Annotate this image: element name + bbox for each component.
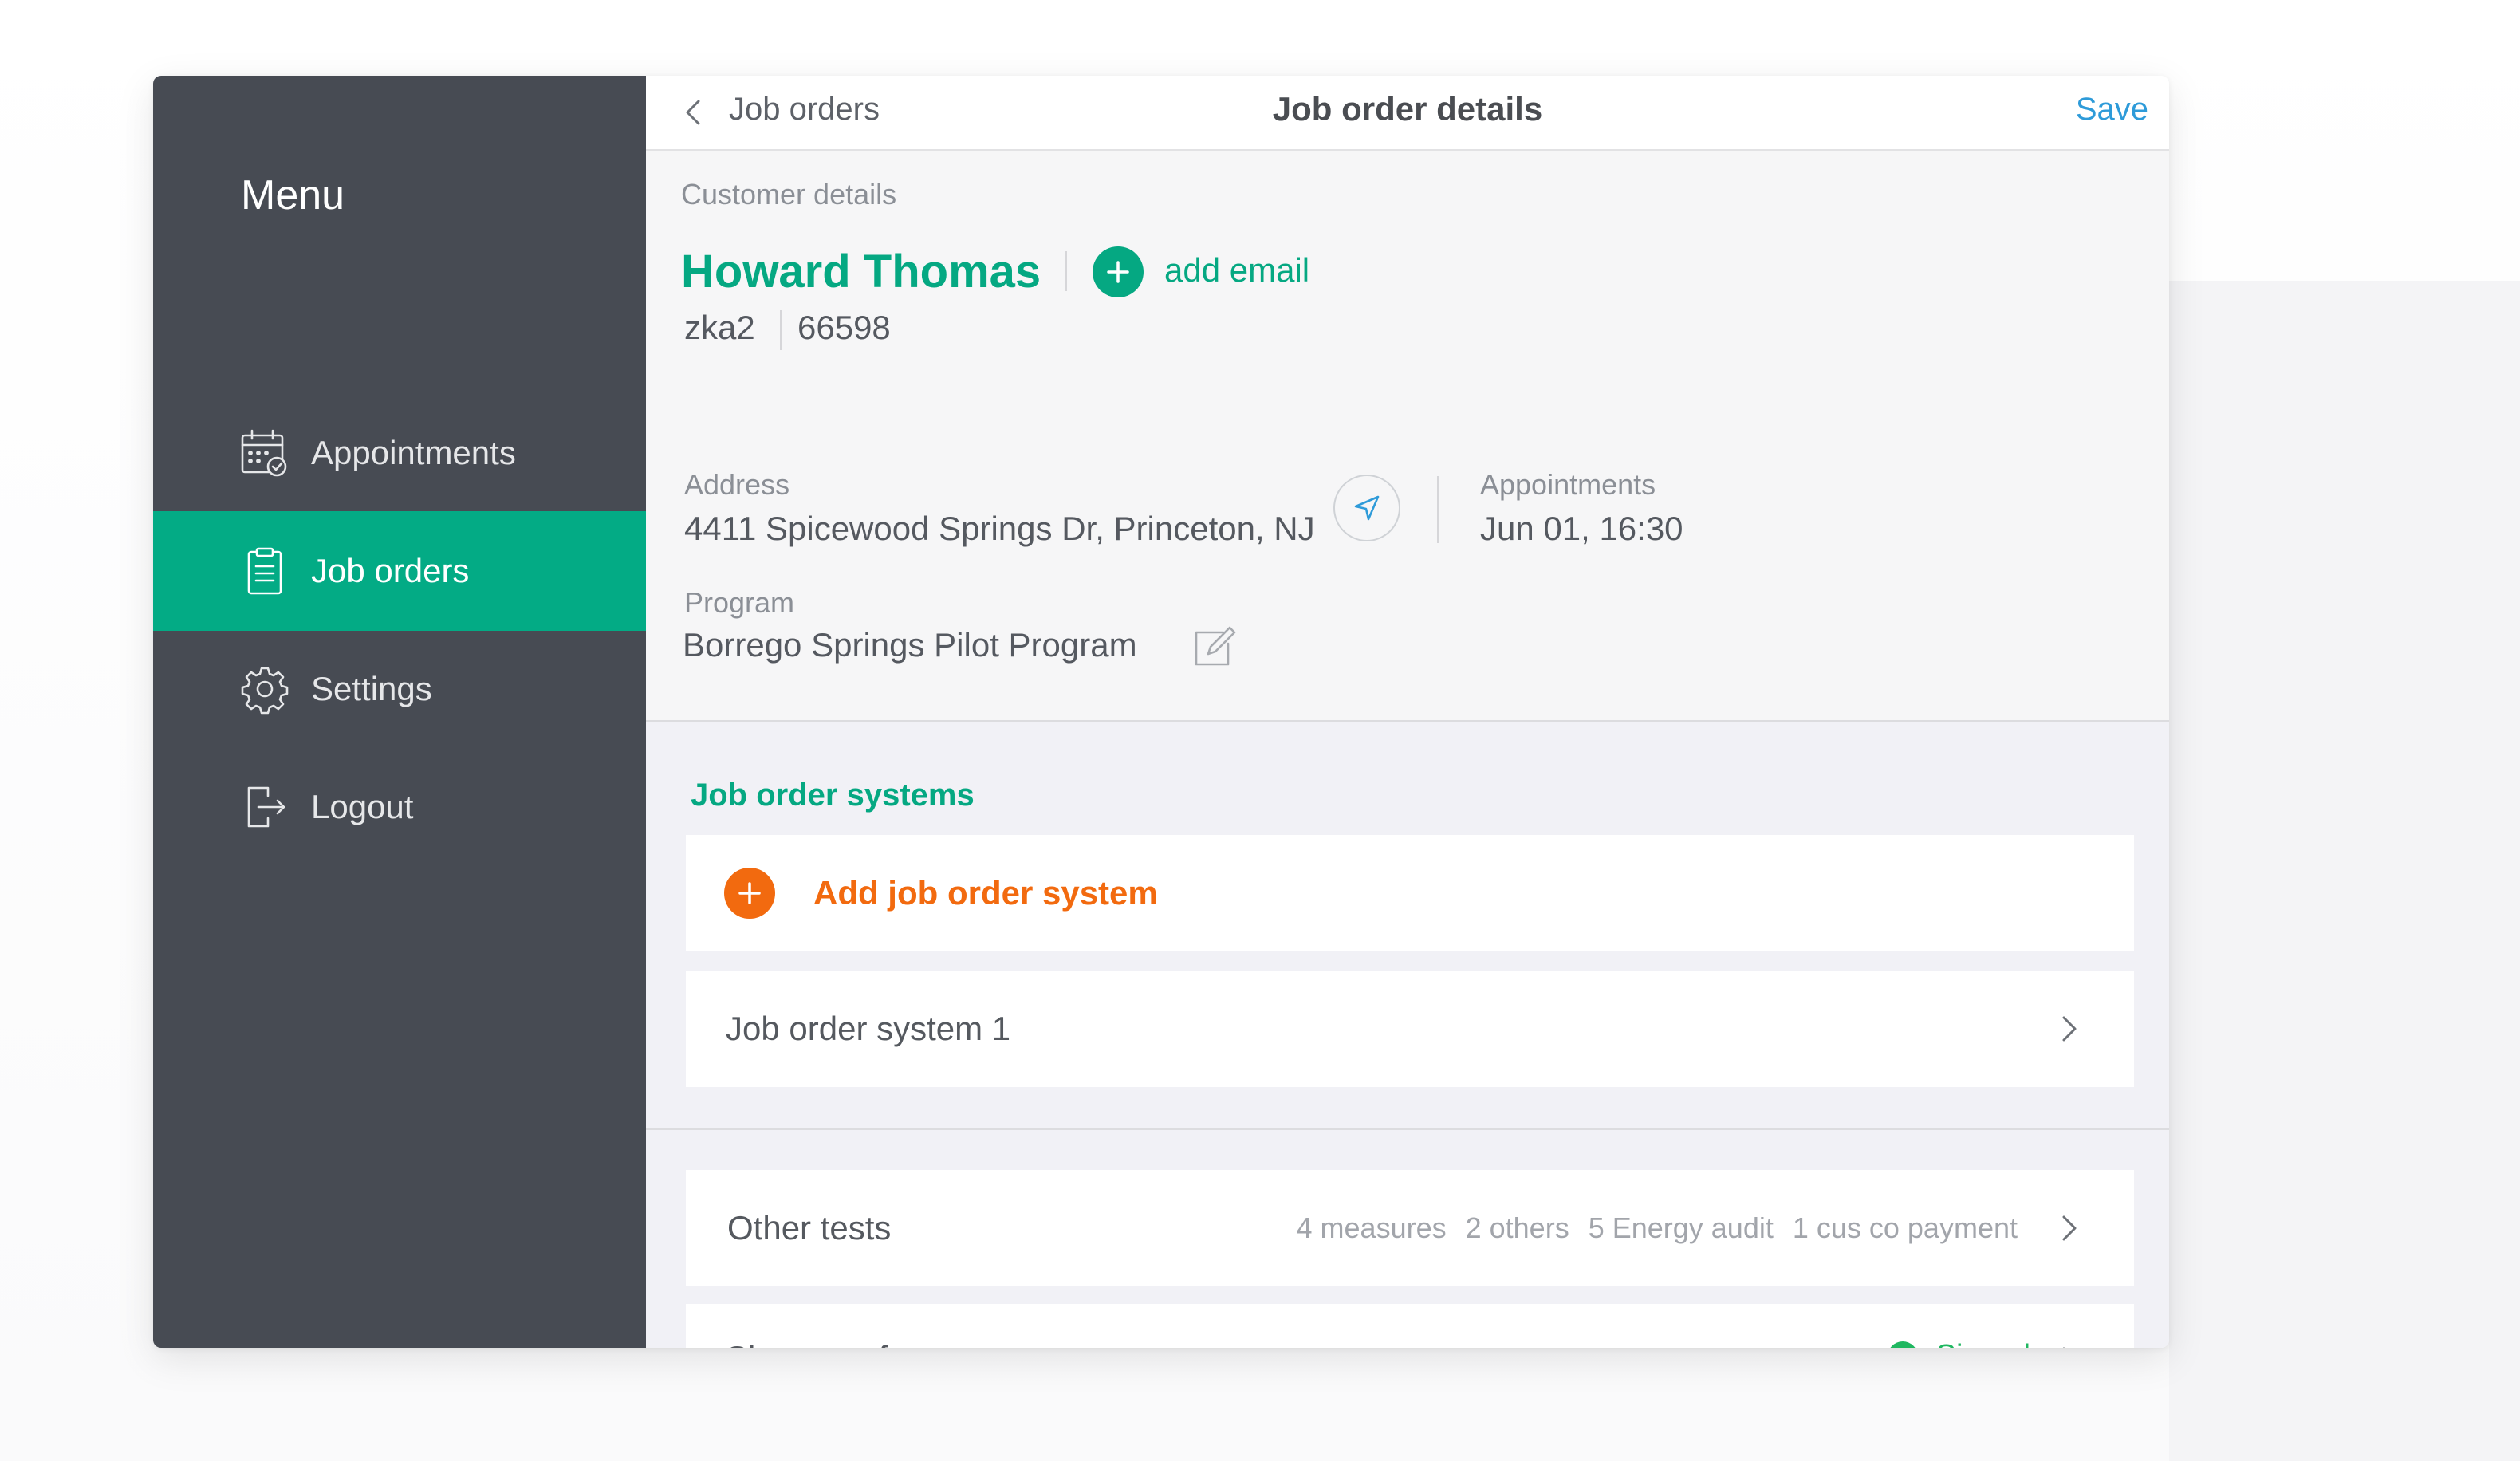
job-order-system-label: Job order system 1 bbox=[726, 1010, 1011, 1047]
sidebar-item-label: Appointments bbox=[311, 434, 516, 471]
top-bar: Job orders Job order details Save bbox=[646, 76, 2169, 151]
sidebar-item-appointments[interactable]: Appointments bbox=[153, 393, 646, 513]
divider bbox=[780, 310, 782, 350]
menu-title: Menu bbox=[241, 172, 345, 219]
other-tests-label: Other tests bbox=[727, 1209, 892, 1246]
tests-payment: 1 cus co payment bbox=[1792, 1211, 2018, 1244]
edit-program-button[interactable] bbox=[1191, 624, 1236, 669]
tests-measures: 4 measures bbox=[1296, 1211, 1447, 1244]
save-button[interactable]: Save bbox=[2076, 92, 2148, 128]
list-item[interactable]: Job order system 1 bbox=[686, 971, 2134, 1087]
sidebar-item-logout[interactable]: Logout bbox=[153, 747, 646, 867]
appointment-value: Jun 01, 16:30 bbox=[1480, 510, 1683, 547]
app-window: Menu Appointments Job orders Settings Lo… bbox=[153, 76, 2169, 1348]
check-circle-icon bbox=[1889, 1341, 1916, 1348]
add-email-link[interactable]: add email bbox=[1164, 251, 1309, 289]
navigation-arrow-icon bbox=[1354, 495, 1380, 521]
add-job-order-system-button[interactable]: Add job order system bbox=[686, 835, 2134, 951]
customer-code: zka2 bbox=[684, 309, 755, 346]
chevron-right-icon bbox=[2062, 1215, 2077, 1241]
sidebar: Menu Appointments Job orders Settings Lo… bbox=[153, 76, 646, 1348]
job-order-systems: Job order systems Add job order system J… bbox=[646, 722, 2169, 1130]
program-label: Program bbox=[684, 586, 795, 619]
customer-number: 66598 bbox=[797, 309, 891, 346]
customer-details-label: Customer details bbox=[681, 178, 897, 211]
add-job-order-system-label: Add job order system bbox=[813, 874, 1158, 912]
appointments-label: Appointments bbox=[1480, 468, 1656, 501]
sidebar-item-job-orders[interactable]: Job orders bbox=[153, 511, 646, 631]
navigate-button[interactable] bbox=[1333, 475, 1400, 541]
customer-name: Howard Thomas bbox=[681, 246, 1041, 297]
other-tests-row[interactable]: Other tests 4 measures 2 others 5 Energy… bbox=[686, 1170, 2134, 1286]
tests-summary: 4 measures 2 others 5 Energy audit 1 cus… bbox=[1297, 1211, 2018, 1245]
plus-icon bbox=[1107, 261, 1129, 283]
calendar-check-icon bbox=[239, 427, 290, 478]
background-panel bbox=[2169, 281, 2520, 1461]
add-email-button[interactable] bbox=[1093, 246, 1144, 297]
chevron-right-icon bbox=[2062, 1347, 2065, 1348]
program-value: Borrego Springs Pilot Program bbox=[683, 626, 1137, 664]
sidebar-item-label: Settings bbox=[311, 670, 432, 707]
tests-energy-audit: 5 Energy audit bbox=[1588, 1211, 1774, 1244]
signed-status: Signed bbox=[1936, 1339, 2030, 1348]
customer-details: Customer details Howard Thomas add email… bbox=[646, 151, 2169, 722]
logout-icon bbox=[239, 782, 290, 833]
sidebar-item-label: Job orders bbox=[311, 552, 470, 589]
divider bbox=[1437, 476, 1439, 543]
page-title: Job order details bbox=[1272, 90, 1543, 128]
sidebar-item-label: Logout bbox=[311, 788, 414, 825]
address-value: 4411 Spicewood Springs Dr, Princeton, NJ bbox=[684, 510, 1315, 547]
section-title: Job order systems bbox=[691, 778, 975, 813]
plus-icon bbox=[724, 868, 775, 919]
gear-icon bbox=[239, 664, 290, 715]
address-label: Address bbox=[684, 468, 790, 501]
status-badge: Signed bbox=[1887, 1339, 2030, 1348]
signature-form-row[interactable]: Signature form Signed bbox=[686, 1304, 2134, 1348]
other-sections: Other tests 4 measures 2 others 5 Energy… bbox=[646, 1130, 2169, 1348]
divider bbox=[1065, 251, 1067, 291]
sidebar-nav: Appointments Job orders Settings Logout bbox=[153, 393, 646, 867]
tests-others: 2 others bbox=[1465, 1211, 1569, 1244]
sidebar-item-settings[interactable]: Settings bbox=[153, 629, 646, 749]
clipboard-icon bbox=[239, 545, 290, 597]
edit-icon bbox=[1195, 626, 1236, 666]
chevron-right-icon bbox=[2062, 1016, 2077, 1042]
main-panel: Job orders Job order details Save Custom… bbox=[646, 76, 2169, 1348]
signature-form-label: Signature form bbox=[726, 1339, 945, 1348]
